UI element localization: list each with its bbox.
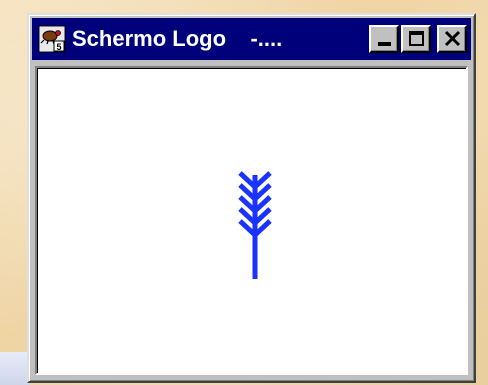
- maximize-button[interactable]: [401, 25, 431, 53]
- svg-text:5: 5: [56, 42, 61, 52]
- wheat-ear-logo-drawing: [238, 171, 272, 279]
- maximize-icon: [409, 31, 424, 46]
- window-title-suffix: -....: [250, 26, 283, 51]
- window-title-name: Schermo Logo: [72, 26, 227, 51]
- close-icon: [444, 30, 461, 47]
- logo-screen-window: 5 Schermo Logo -....: [27, 13, 476, 383]
- close-button[interactable]: [437, 25, 467, 53]
- drawing-canvas[interactable]: [35, 66, 468, 375]
- minimize-button[interactable]: [369, 25, 399, 53]
- window-title: Schermo Logo -....: [72, 26, 369, 52]
- logo-turtle-icon[interactable]: 5: [38, 25, 66, 53]
- minimize-icon: [378, 42, 391, 46]
- desktop-corner-strip: [0, 352, 30, 385]
- window-controls: [369, 25, 467, 53]
- title-bar[interactable]: 5 Schermo Logo -....: [32, 18, 471, 60]
